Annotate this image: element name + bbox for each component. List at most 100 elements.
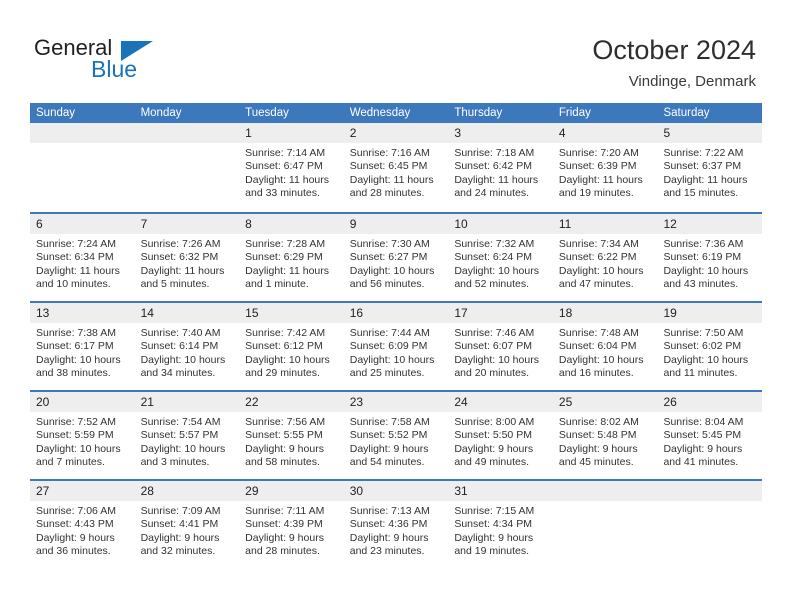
day-info-line: Sunrise: 7:56 AM	[245, 416, 326, 428]
day-info-line: Daylight: 11 hours	[558, 173, 643, 186]
week-body-row: Sunrise: 7:24 AM Sunset: 6:34 PM Daylight:…	[30, 234, 762, 301]
day-cell[interactable]: Sunrise: 7:50 AM Sunset: 6:02 PM Daylight:…	[657, 323, 762, 390]
day-cell[interactable]: Sunrise: 7:16 AM Sunset: 6:45 PM Daylight:…	[344, 143, 449, 212]
page-header: General Blue October 2024 Vindinge, Denm…	[0, 0, 792, 100]
day-number[interactable]: 5	[657, 123, 762, 143]
day-cell[interactable]: Sunrise: 7:18 AM Sunset: 6:42 PM Daylight:…	[448, 143, 553, 212]
day-number[interactable]: 18	[553, 303, 658, 323]
day-number[interactable]: 22	[239, 392, 344, 412]
day-number[interactable]: 9	[344, 214, 449, 234]
day-cell[interactable]: Sunrise: 7:52 AM Sunset: 5:59 PM Daylight:…	[30, 412, 135, 479]
calendar-page: General Blue October 2024 Vindinge, Denm…	[0, 0, 792, 612]
day-number[interactable]: 8	[239, 214, 344, 234]
day-number[interactable]: 11	[553, 214, 658, 234]
day-number[interactable]: 29	[239, 481, 344, 501]
day-number[interactable]: 21	[135, 392, 240, 412]
day-number[interactable]: 15	[239, 303, 344, 323]
day-cell[interactable]: Sunrise: 7:13 AM Sunset: 4:36 PM Daylight:…	[344, 501, 449, 568]
day-info-line: Daylight: 10 hours	[140, 442, 226, 455]
day-number[interactable]: 13	[30, 303, 135, 323]
title-block: October 2024 Vindinge, Denmark	[592, 34, 756, 92]
day-number[interactable]: 10	[448, 214, 553, 234]
day-cell[interactable]: Sunrise: 7:22 AM Sunset: 6:37 PM Daylight:…	[657, 143, 762, 212]
day-number[interactable]: 12	[657, 214, 762, 234]
day-info-line: Sunset: 6:24 PM	[454, 251, 532, 264]
day-info-line: Daylight: 9 hours	[349, 531, 429, 544]
day-info-line: Sunrise: 7:42 AM	[245, 327, 326, 339]
day-cell[interactable]: Sunrise: 7:46 AM Sunset: 6:07 PM Daylight:…	[448, 323, 553, 390]
day-cell[interactable]: Sunrise: 7:38 AM Sunset: 6:17 PM Daylight:…	[30, 323, 135, 390]
day-cell[interactable]: Sunrise: 7:20 AM Sunset: 6:39 PM Daylight:…	[553, 143, 658, 212]
day-cell[interactable]: Sunrise: 7:28 AM Sunset: 6:29 PM Daylight:…	[239, 234, 344, 301]
day-cell[interactable]: Sunrise: 8:00 AM Sunset: 5:50 PM Daylight:…	[448, 412, 553, 479]
general-blue-logo[interactable]: General Blue	[34, 36, 154, 84]
day-number[interactable]: 25	[553, 392, 658, 412]
day-cell[interactable]: Sunrise: 7:09 AM Sunset: 4:41 PM Daylight:…	[135, 501, 240, 568]
day-cell-empty	[553, 501, 658, 568]
day-cell[interactable]: Sunrise: 7:30 AM Sunset: 6:27 PM Daylight:…	[344, 234, 449, 301]
day-number[interactable]: 17	[448, 303, 553, 323]
day-cell[interactable]: Sunrise: 7:34 AM Sunset: 6:22 PM Daylight:…	[553, 234, 658, 301]
day-cell[interactable]: Sunrise: 8:02 AM Sunset: 5:48 PM Daylight:…	[553, 412, 658, 479]
day-info-line: and 10 minutes.	[36, 278, 111, 291]
day-number[interactable]: 3	[448, 123, 553, 143]
day-cell[interactable]: Sunrise: 7:48 AM Sunset: 6:04 PM Daylight:…	[553, 323, 658, 390]
day-number[interactable]: 27	[30, 481, 135, 501]
day-info-line: Sunset: 6:47 PM	[245, 160, 323, 173]
day-cell[interactable]: Sunrise: 8:04 AM Sunset: 5:45 PM Daylight:…	[657, 412, 762, 479]
calendar-week-row: 13 14 15 16 17 18 19 Sunrise: 7:38 AM Sunset: 6:…	[30, 301, 762, 390]
day-number[interactable]: 26	[657, 392, 762, 412]
day-info-line: Sunrise: 7:44 AM	[349, 327, 430, 339]
day-cell[interactable]: Sunrise: 7:36 AM Sunset: 6:19 PM Daylight:…	[657, 234, 762, 301]
day-info-line: Daylight: 10 hours	[558, 264, 644, 277]
day-info-line: Sunrise: 7:18 AM	[454, 147, 535, 159]
day-cell[interactable]: Sunrise: 7:15 AM Sunset: 4:34 PM Daylight:…	[448, 501, 553, 568]
day-info-line: Sunset: 6:22 PM	[558, 251, 637, 264]
day-cell[interactable]: Sunrise: 7:42 AM Sunset: 6:12 PM Daylight:…	[239, 323, 344, 390]
day-number[interactable]: 23	[344, 392, 449, 412]
day-number[interactable]: 20	[30, 392, 135, 412]
day-info-line: Sunrise: 7:13 AM	[349, 505, 430, 517]
day-cell[interactable]: Sunrise: 7:06 AM Sunset: 4:43 PM Daylight:…	[30, 501, 135, 568]
day-info-line: Daylight: 11 hours	[663, 173, 748, 186]
day-number[interactable]: 6	[30, 214, 135, 234]
day-info-line: and 56 minutes.	[349, 278, 425, 291]
day-info-line: Sunset: 5:45 PM	[663, 429, 742, 442]
day-info-line: Sunrise: 7:28 AM	[245, 238, 326, 250]
day-cell[interactable]: Sunrise: 7:32 AM Sunset: 6:24 PM Daylight:…	[448, 234, 553, 301]
day-info-line: and 28 minutes.	[245, 545, 320, 558]
day-cell-empty	[135, 143, 240, 212]
day-info-line: Daylight: 10 hours	[349, 264, 435, 277]
day-cell[interactable]: Sunrise: 7:44 AM Sunset: 6:09 PM Daylight:…	[344, 323, 449, 390]
day-info-line: Sunrise: 7:09 AM	[140, 505, 221, 517]
day-number[interactable]: 24	[448, 392, 553, 412]
day-info-line: Daylight: 9 hours	[36, 531, 115, 544]
day-info-line: and 29 minutes.	[245, 367, 320, 380]
day-number[interactable]: 2	[344, 123, 449, 143]
day-info-line: Sunrise: 8:04 AM	[663, 416, 744, 428]
day-number[interactable]: 16	[344, 303, 449, 323]
day-cell[interactable]: Sunrise: 7:11 AM Sunset: 4:39 PM Daylight:…	[239, 501, 344, 568]
day-cell[interactable]: Sunrise: 7:26 AM Sunset: 6:32 PM Daylight:…	[135, 234, 240, 301]
day-cell[interactable]: Sunrise: 7:14 AM Sunset: 6:47 PM Daylight:…	[239, 143, 344, 212]
day-info-line: Sunset: 6:39 PM	[558, 160, 637, 173]
day-cell[interactable]: Sunrise: 7:40 AM Sunset: 6:14 PM Daylight:…	[135, 323, 240, 390]
day-number[interactable]: 1	[239, 123, 344, 143]
day-info-line: and 36 minutes.	[36, 545, 111, 558]
day-cell[interactable]: Sunrise: 7:58 AM Sunset: 5:52 PM Daylight:…	[344, 412, 449, 479]
day-info-line: and 5 minutes.	[140, 278, 210, 291]
day-info-line: and 23 minutes.	[349, 545, 425, 558]
day-cell[interactable]: Sunrise: 7:56 AM Sunset: 5:55 PM Daylight:…	[239, 412, 344, 479]
day-cell[interactable]: Sunrise: 7:54 AM Sunset: 5:57 PM Daylight:…	[135, 412, 240, 479]
day-number[interactable]: 14	[135, 303, 240, 323]
day-number[interactable]: 30	[344, 481, 449, 501]
day-info-line: and 16 minutes.	[558, 367, 634, 380]
day-number[interactable]: 31	[448, 481, 553, 501]
day-number[interactable]: 7	[135, 214, 240, 234]
day-info-line: Sunset: 5:57 PM	[140, 429, 219, 442]
day-number-empty	[553, 481, 658, 501]
day-number[interactable]: 4	[553, 123, 658, 143]
day-number[interactable]: 28	[135, 481, 240, 501]
day-number[interactable]: 19	[657, 303, 762, 323]
day-cell[interactable]: Sunrise: 7:24 AM Sunset: 6:34 PM Daylight:…	[30, 234, 135, 301]
